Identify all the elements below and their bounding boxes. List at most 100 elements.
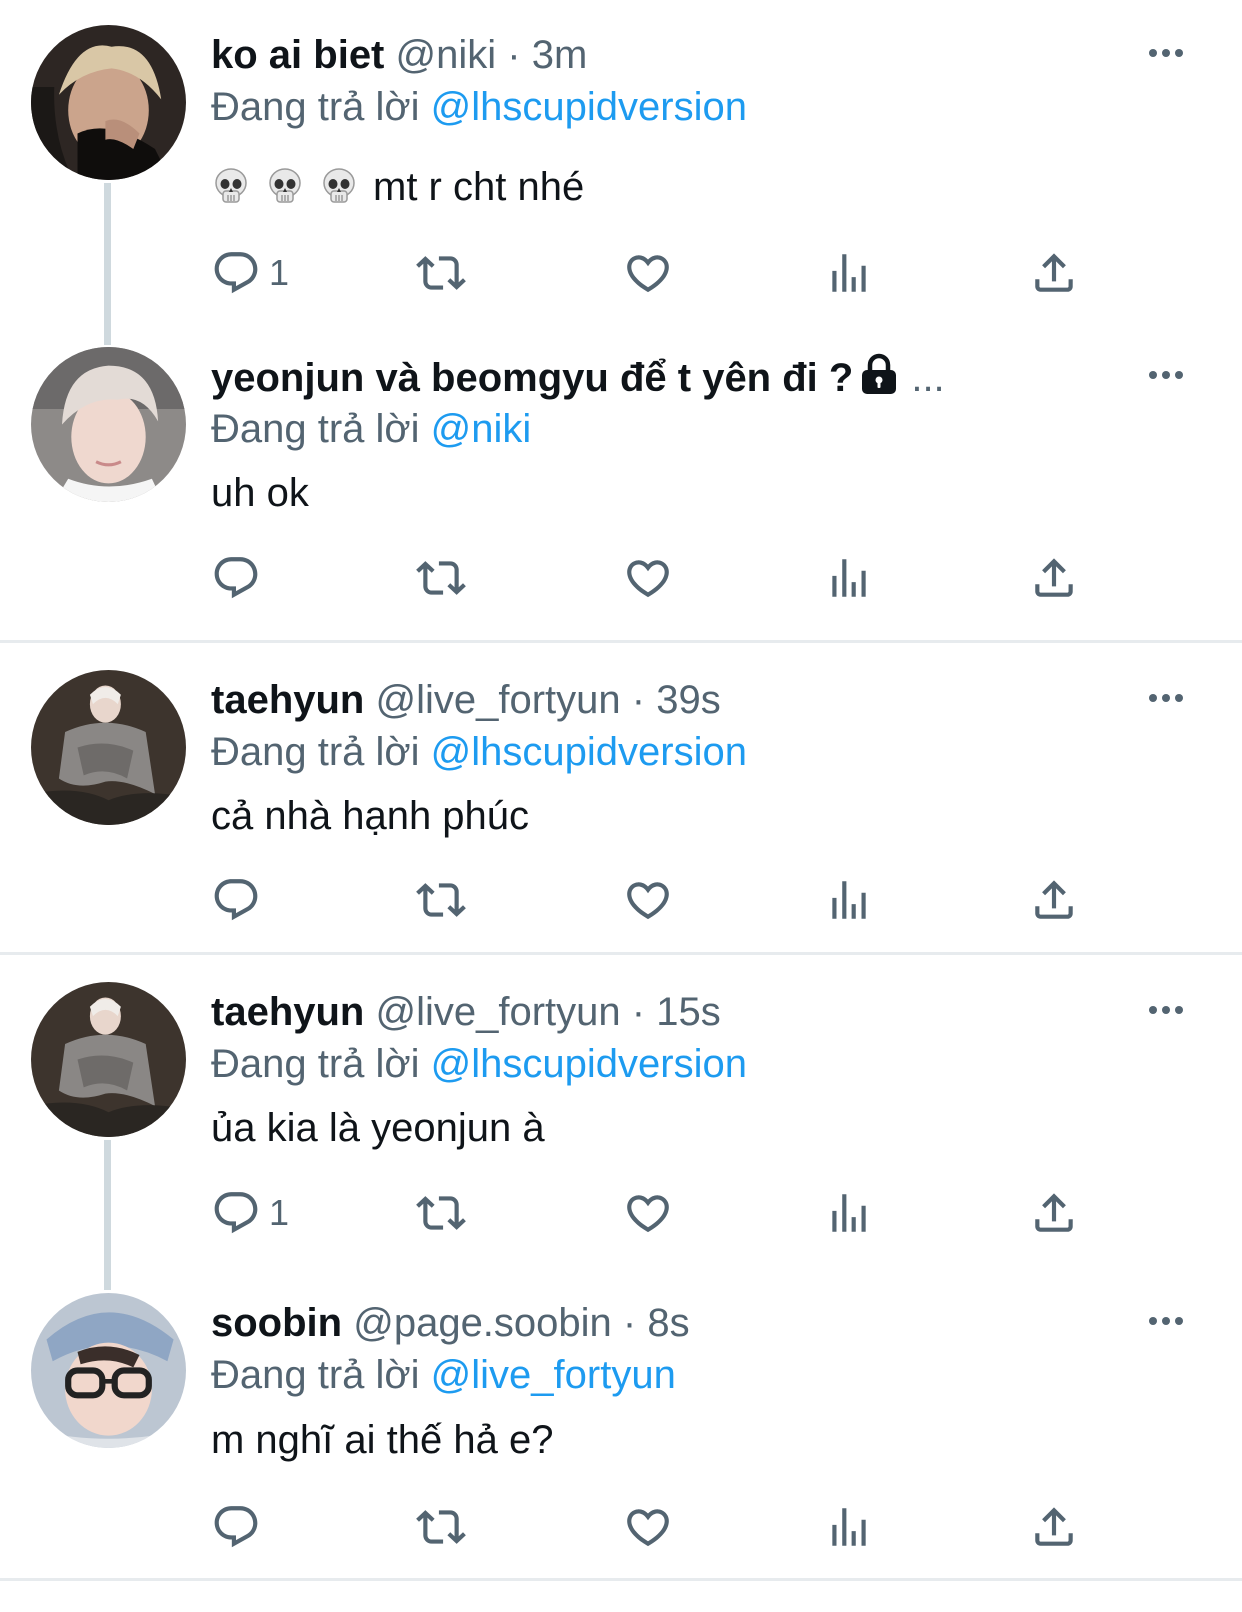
avatar-photo-icon bbox=[31, 1293, 186, 1448]
retweet-button[interactable] bbox=[416, 874, 466, 926]
reply-button[interactable]: 1 bbox=[211, 1187, 289, 1239]
replying-to-label: Đang trả lời bbox=[211, 730, 420, 774]
views-button[interactable] bbox=[824, 552, 874, 604]
views-button[interactable] bbox=[824, 1187, 874, 1239]
tweet[interactable]: taehyun @live_fortyun · 15s Đang trả lời… bbox=[0, 982, 1242, 1290]
separator-dot: · bbox=[507, 33, 521, 77]
views-button[interactable] bbox=[824, 1501, 874, 1553]
share-icon bbox=[1029, 248, 1079, 298]
like-button[interactable] bbox=[623, 874, 673, 926]
retweet-button[interactable] bbox=[416, 1187, 466, 1239]
avatar[interactable] bbox=[31, 982, 186, 1137]
avatar[interactable] bbox=[31, 347, 186, 502]
tweet-text-container: mt r cht nhé bbox=[211, 163, 584, 211]
more-icon[interactable] bbox=[1146, 1313, 1186, 1329]
timestamp[interactable]: 3m bbox=[532, 33, 588, 77]
retweet-icon bbox=[416, 553, 466, 603]
tweet[interactable]: ko ai biet @niki · 3m Đang trả lời @lhsc… bbox=[0, 25, 1242, 345]
avatar-photo-icon bbox=[31, 670, 186, 825]
avatar[interactable] bbox=[31, 25, 186, 180]
author-handle[interactable]: @live_fortyun bbox=[375, 990, 620, 1034]
action-bar bbox=[211, 874, 1091, 926]
reply-count: 1 bbox=[269, 252, 290, 293]
author-name[interactable]: taehyun bbox=[211, 678, 364, 722]
replying-to-label: Đang trả lời bbox=[211, 1042, 420, 1086]
author-name[interactable]: soobin bbox=[211, 1301, 342, 1345]
reply-button[interactable] bbox=[211, 874, 261, 926]
heart-icon bbox=[623, 1188, 673, 1238]
action-bar: 1 bbox=[211, 1187, 1091, 1239]
avatar[interactable] bbox=[31, 670, 186, 825]
retweet-button[interactable] bbox=[416, 1501, 466, 1553]
tweet-text: ủa kia là yeonjun à bbox=[211, 1106, 545, 1150]
reply-mention-link[interactable]: @lhscupidversion bbox=[431, 730, 747, 774]
reply-button[interactable] bbox=[211, 552, 261, 604]
separator-dot: · bbox=[631, 678, 646, 722]
retweet-button[interactable] bbox=[416, 247, 466, 299]
more-icon[interactable] bbox=[1146, 45, 1186, 61]
tweet[interactable]: taehyun @live_fortyun · 39s Đang trả lời… bbox=[0, 670, 1242, 950]
timestamp[interactable]: 39s bbox=[656, 678, 721, 722]
share-button[interactable] bbox=[1029, 552, 1079, 604]
separator-dot: · bbox=[622, 1301, 637, 1345]
views-button[interactable] bbox=[824, 874, 874, 926]
reply-mention-link[interactable]: @niki bbox=[431, 407, 532, 451]
analytics-icon bbox=[824, 1502, 874, 1552]
tweet-text: m nghĩ ai thế hả e? bbox=[211, 1418, 554, 1462]
tweet[interactable]: soobin @page.soobin · 8s Đang trả lời @l… bbox=[0, 1293, 1242, 1573]
avatar[interactable] bbox=[31, 1293, 186, 1448]
author-name[interactable]: taehyun bbox=[211, 990, 364, 1034]
tweet-text: uh ok bbox=[211, 471, 309, 515]
share-button[interactable] bbox=[1029, 247, 1079, 299]
timestamp[interactable]: 15s bbox=[656, 990, 721, 1034]
retweet-button[interactable] bbox=[416, 552, 466, 604]
replying-to: Đang trả lời @niki bbox=[211, 405, 531, 453]
thread-line bbox=[104, 183, 111, 345]
views-button[interactable] bbox=[824, 247, 874, 299]
author-handle[interactable]: @niki bbox=[396, 33, 497, 77]
reply-icon bbox=[211, 1502, 261, 1552]
timestamp[interactable]: 8s bbox=[647, 1301, 689, 1345]
reply-icon bbox=[211, 553, 261, 603]
reply-mention-link[interactable]: @lhscupidversion bbox=[431, 85, 747, 129]
separator-dot: · bbox=[631, 990, 646, 1034]
more-icon[interactable] bbox=[1146, 367, 1186, 383]
reply-icon bbox=[211, 1188, 261, 1238]
replying-to-label: Đang trả lời bbox=[211, 85, 420, 129]
more-icon[interactable] bbox=[1146, 690, 1186, 706]
like-button[interactable] bbox=[623, 247, 673, 299]
reply-button[interactable]: 1 bbox=[211, 247, 289, 299]
share-button[interactable] bbox=[1029, 1187, 1079, 1239]
share-icon bbox=[1029, 1502, 1079, 1552]
retweet-icon bbox=[416, 875, 466, 925]
more-icon[interactable] bbox=[1146, 1002, 1186, 1018]
skull-emoji-icon bbox=[211, 166, 251, 206]
reply-mention-link[interactable]: @live_fortyun bbox=[431, 1353, 676, 1397]
author-handle[interactable]: @live_fortyun bbox=[375, 678, 620, 722]
tweet[interactable]: yeonjun và beomgyu để t yên đi ?... Đang… bbox=[0, 347, 1242, 627]
tweet-text: mt r cht nhé bbox=[373, 165, 585, 209]
retweet-icon bbox=[416, 1188, 466, 1238]
retweet-icon bbox=[416, 1502, 466, 1552]
heart-icon bbox=[623, 1502, 673, 1552]
replying-to: Đang trả lời @live_fortyun bbox=[211, 1351, 676, 1399]
skull-emoji-icon bbox=[319, 166, 359, 206]
reply-mention-link[interactable]: @lhscupidversion bbox=[431, 1042, 747, 1086]
author-name[interactable]: ko ai biet bbox=[211, 33, 384, 77]
replying-to: Đang trả lời @lhscupidversion bbox=[211, 1040, 747, 1088]
name-truncation: ... bbox=[911, 356, 945, 400]
author-name[interactable]: yeonjun và beomgyu để t yên đi ? bbox=[211, 356, 853, 400]
heart-icon bbox=[623, 248, 673, 298]
share-icon bbox=[1029, 1188, 1079, 1238]
reply-button[interactable] bbox=[211, 1501, 261, 1553]
like-button[interactable] bbox=[623, 552, 673, 604]
reply-icon bbox=[211, 875, 261, 925]
like-button[interactable] bbox=[623, 1187, 673, 1239]
like-button[interactable] bbox=[623, 1501, 673, 1553]
thread-line bbox=[104, 1140, 111, 1290]
share-button[interactable] bbox=[1029, 874, 1079, 926]
action-bar bbox=[211, 552, 1091, 604]
author-handle[interactable]: @page.soobin bbox=[353, 1301, 612, 1345]
share-button[interactable] bbox=[1029, 1501, 1079, 1553]
reply-count: 1 bbox=[269, 1192, 290, 1233]
